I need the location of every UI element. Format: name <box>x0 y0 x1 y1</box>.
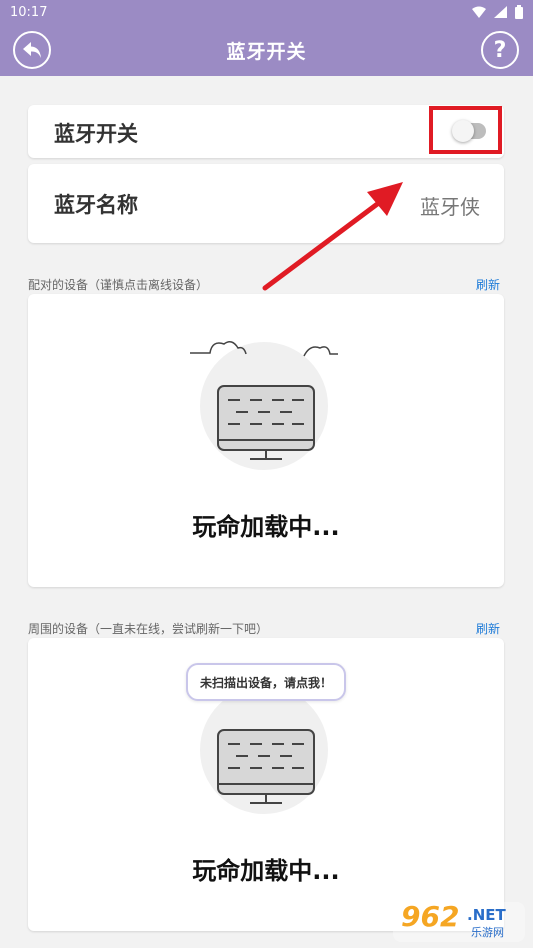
watermark-site-name: 乐游网 <box>471 926 504 939</box>
nearby-devices-panel: 未扫描出设备，请点我！ 玩命加载中... <box>28 638 504 931</box>
help-icon: ? <box>493 37 507 63</box>
back-button[interactable] <box>13 31 51 69</box>
help-button[interactable]: ? <box>481 31 519 69</box>
page-title: 蓝牙开关 <box>226 40 307 63</box>
nearby-devices-header: 周围的设备（一直未在线，尝试刷新一下吧） <box>28 622 269 636</box>
paired-devices-header: 配对的设备（谨慎点击离线设备） <box>28 278 209 292</box>
status-time: 10:17 <box>10 4 48 20</box>
empty-state-illustration <box>190 341 338 470</box>
paired-loading-text: 玩命加载中... <box>192 513 340 541</box>
back-arrow-icon <box>23 42 41 58</box>
signal-icon <box>494 6 507 18</box>
nearby-loading-text: 玩命加载中... <box>192 857 340 885</box>
annotation-arrow <box>262 182 403 291</box>
bluetooth-switch-label: 蓝牙开关 <box>54 122 138 146</box>
site-watermark-logo: 962 .NET 乐游网 <box>393 900 525 942</box>
battery-icon <box>515 5 523 19</box>
watermark-brand: 962 <box>401 900 460 933</box>
status-icons <box>472 5 523 19</box>
nearby-refresh-link[interactable]: 刷新 <box>476 620 500 637</box>
status-bar: 10:17 <box>0 0 533 24</box>
bluetooth-name-value: 蓝牙侠 <box>420 195 480 219</box>
bluetooth-name-label: 蓝牙名称 <box>54 193 138 217</box>
scan-hint-bubble[interactable]: 未扫描出设备，请点我！ <box>186 663 346 701</box>
wifi-icon <box>472 6 486 18</box>
app-bar: 蓝牙开关 ? <box>0 24 533 76</box>
watermark-net: .NET <box>467 906 506 924</box>
highlight-box <box>429 106 502 154</box>
paired-devices-panel: 玩命加载中... <box>28 294 504 587</box>
paired-refresh-link[interactable]: 刷新 <box>476 276 500 293</box>
